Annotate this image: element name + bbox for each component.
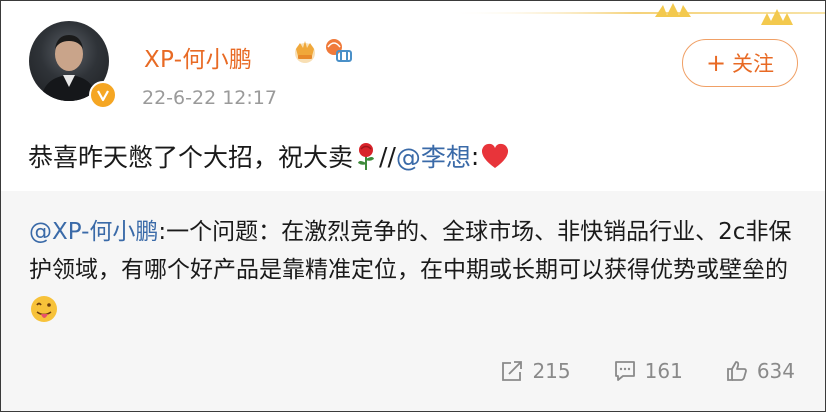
like-icon [726,361,747,381]
post-body: 恭喜昨天憋了个大招，祝大卖 [28,143,354,172]
user-badges [291,37,353,65]
avatar[interactable] [29,21,117,109]
post-timestamp[interactable]: 22-6-22 12:17 [142,87,277,109]
mention-link[interactable]: @李想 [396,138,471,174]
retweet-text: @XP-何小鹏:一个问题：在激烈竞争的、全球市场、非快销品行业、2c非保护领域，… [29,213,799,327]
repost-count: 215 [532,359,571,383]
post-text: 恭喜昨天憋了个大招，祝大卖 // @李想 : [28,138,511,174]
mention-colon: : [470,141,480,171]
username[interactable]: XP-何小鹏 [144,40,252,74]
crown-decoration-icon [445,3,825,25]
heart-icon [482,143,509,168]
comment-button[interactable]: 161 [613,359,683,383]
repost-separator: // [379,141,396,171]
like-button[interactable]: 634 [725,359,795,383]
retweeted-post[interactable]: @XP-何小鹏:一个问题：在激烈竞争的、全球市场、非快销品行业、2c非保护领域，… [1,191,825,411]
crown-badge-icon [295,41,315,63]
vip-badge-icon [326,39,352,62]
verified-badge-icon [89,81,117,109]
rose-icon [358,143,375,170]
like-count: 634 [756,359,795,383]
post-header: XP-何小鹏 22-6-22 12:17 + 关注 恭喜昨天憋了个大招，祝大卖 [1,1,825,191]
follow-label: 关注 [732,52,775,76]
retweet-author-link[interactable]: @XP-何小鹏 [29,219,158,245]
repost-icon [502,361,523,381]
follow-button[interactable]: + 关注 [682,39,798,87]
comment-icon [614,361,635,381]
post-stats: 215 161 634 [500,359,795,383]
tongue-emoji-icon [31,295,57,322]
weibo-post-card: XP-何小鹏 22-6-22 12:17 + 关注 恭喜昨天憋了个大招，祝大卖 [0,0,826,412]
repost-button[interactable]: 215 [500,359,571,383]
comment-count: 161 [644,359,683,383]
plus-icon: + [705,49,727,77]
